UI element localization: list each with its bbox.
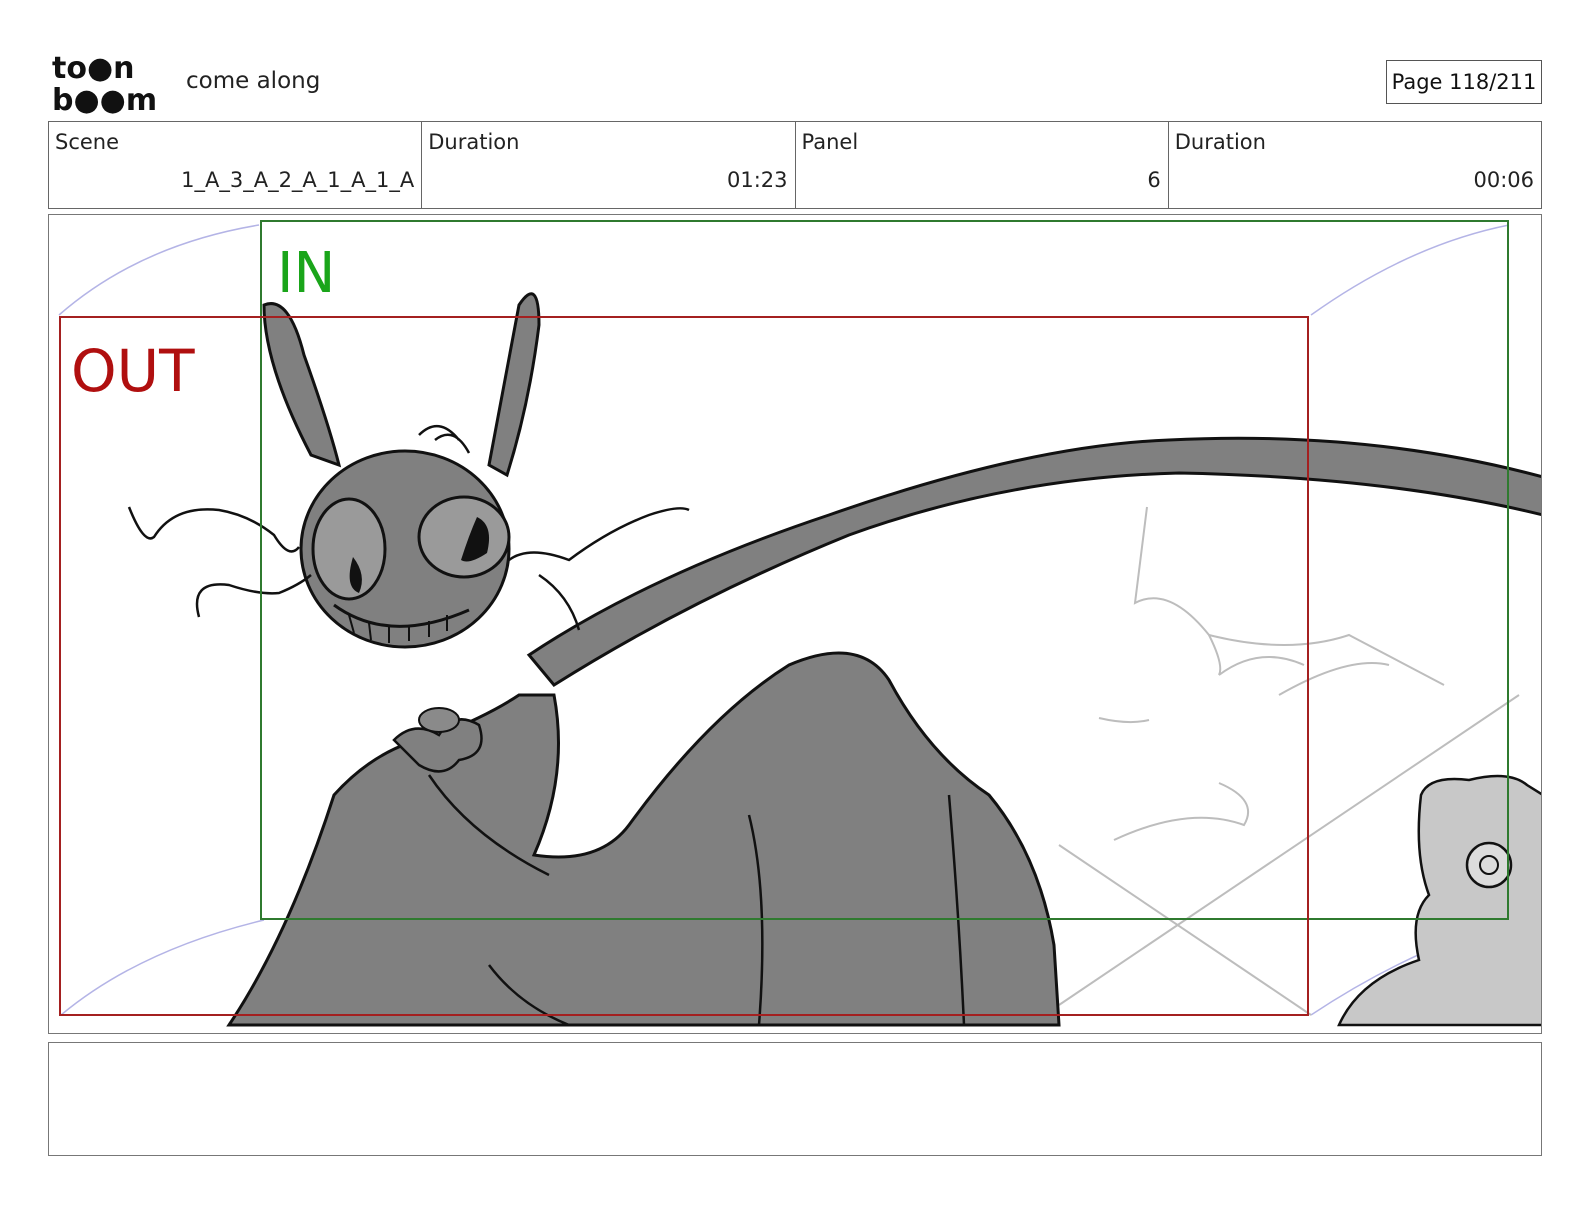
panel-value: 6 xyxy=(1147,168,1161,192)
scene-label: Scene xyxy=(55,130,120,154)
scene-duration-value: 01:23 xyxy=(726,168,788,192)
scene-duration-cell: Duration 01:23 xyxy=(422,122,796,208)
panel-duration-label: Duration xyxy=(1174,130,1266,154)
logo-line2: b●●m xyxy=(52,83,157,114)
panel-label: Panel xyxy=(801,130,859,154)
toonboom-logo: to●n b●●m xyxy=(52,51,157,114)
scene-value: 1_A_3_A_2_A_1_A_1_A xyxy=(181,168,415,192)
logo-line1: to●n xyxy=(52,51,135,86)
panel-duration-value: 00:06 xyxy=(1473,168,1534,192)
out-frame-label: OUT xyxy=(71,337,195,405)
project-title: come along xyxy=(186,68,321,94)
in-frame-label: IN xyxy=(277,241,336,306)
scene-info-table: Scene 1_A_3_A_2_A_1_A_1_A Duration 01:23… xyxy=(48,121,1542,209)
panel-drawing xyxy=(58,220,1541,1027)
scene-duration-label: Duration xyxy=(428,130,520,154)
panel-duration-cell: Duration 00:06 xyxy=(1169,122,1541,208)
notes-box xyxy=(48,1042,1542,1156)
page-indicator: Page 118/211 xyxy=(1386,60,1542,104)
storyboard-panel: IN OUT xyxy=(48,214,1542,1034)
scene-cell: Scene 1_A_3_A_2_A_1_A_1_A xyxy=(49,122,423,208)
panel-cell: Panel 6 xyxy=(796,122,1169,208)
